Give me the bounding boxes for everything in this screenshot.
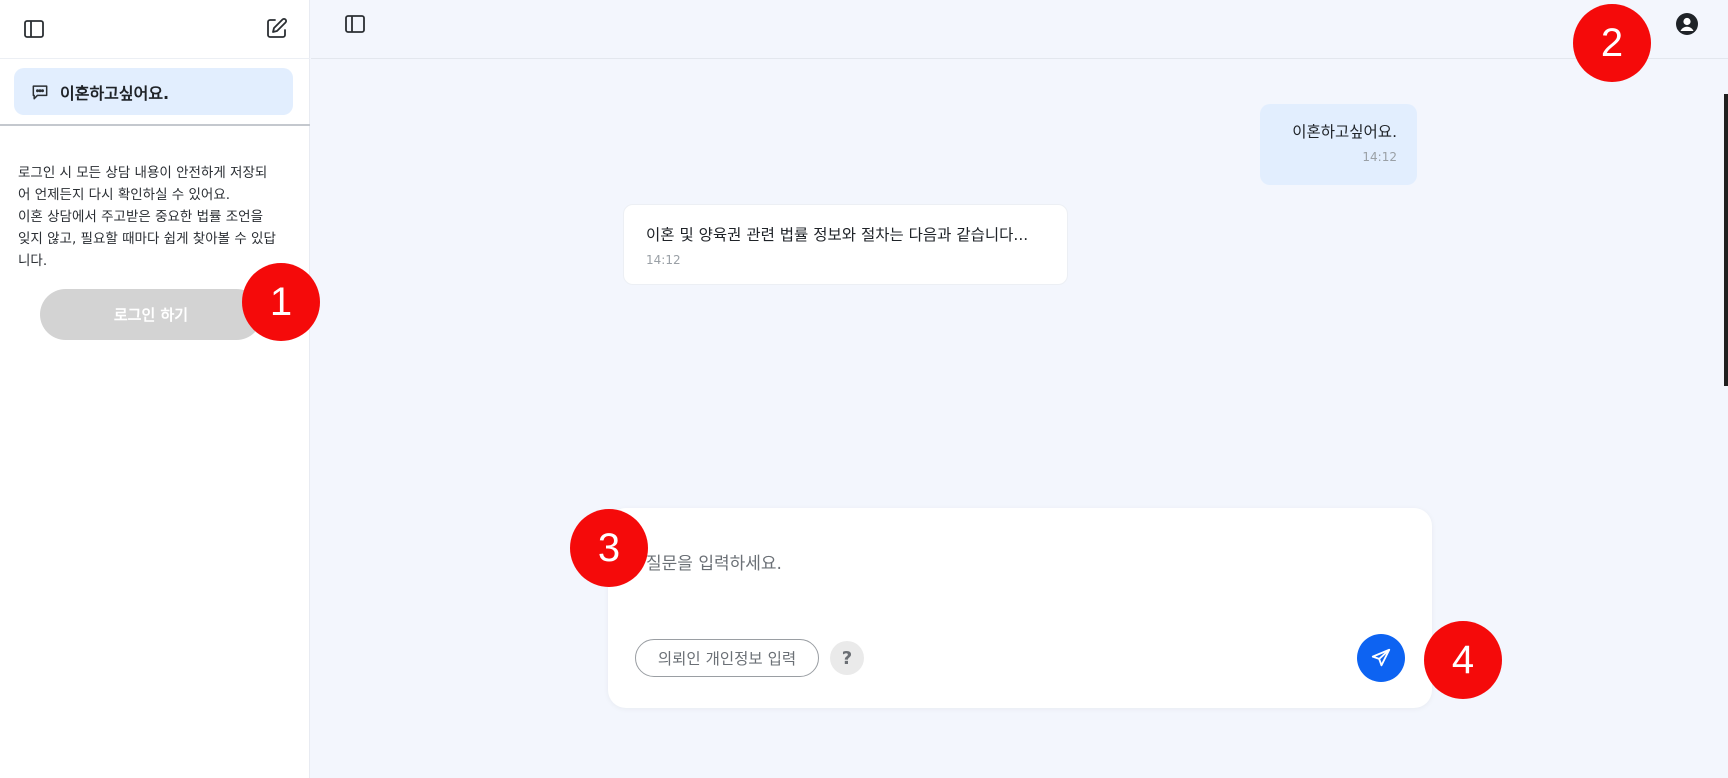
send-button[interactable] bbox=[1357, 634, 1405, 682]
edit-icon[interactable] bbox=[263, 14, 291, 42]
login-note: 로그인 시 모든 상담 내용이 안전하게 저장되 어 언제든지 다시 확인하실 … bbox=[18, 165, 276, 269]
user-circle-icon[interactable] bbox=[1673, 10, 1701, 38]
sidebar-toggle-icon[interactable] bbox=[341, 10, 369, 38]
main-header bbox=[311, 0, 1728, 59]
assistant-message-text: 이혼 및 양육권 관련 법률 정보와 절차는 다음과 같습니다... bbox=[646, 226, 1029, 244]
marker-4: 4 bbox=[1424, 621, 1502, 699]
client-info-button[interactable]: 의뢰인 개인정보 입력 bbox=[635, 639, 819, 677]
composer: 의뢰인 개인정보 입력 ? bbox=[608, 508, 1432, 708]
login-button[interactable]: 로그인 하기 bbox=[40, 289, 262, 340]
marker-2: 2 bbox=[1573, 4, 1651, 82]
sidebar-divider bbox=[0, 124, 310, 126]
marker-1: 1 bbox=[242, 263, 320, 341]
scrollbar[interactable] bbox=[1724, 94, 1728, 386]
marker-3: 3 bbox=[570, 509, 648, 587]
help-button[interactable]: ? bbox=[830, 641, 864, 675]
question-input[interactable] bbox=[644, 548, 1348, 580]
history-item-label: 이혼하고싶어요. bbox=[60, 83, 170, 103]
user-message-time: 14:12 bbox=[1362, 150, 1397, 164]
sidebar-toggle-icon[interactable] bbox=[20, 15, 48, 43]
user-message-text: 이혼하고싶어요. bbox=[1292, 123, 1397, 141]
chat-bubble-icon bbox=[32, 84, 48, 99]
assistant-message[interactable]: 이혼 및 양육권 관련 법률 정보와 절차는 다음과 같습니다... 14:12 bbox=[623, 204, 1068, 285]
assistant-message-time: 14:12 bbox=[646, 253, 681, 267]
sidebar-header bbox=[0, 0, 310, 59]
history-item[interactable]: 이혼하고싶어요. bbox=[14, 68, 293, 115]
send-icon bbox=[1371, 648, 1391, 667]
user-message: 이혼하고싶어요. 14:12 bbox=[1260, 104, 1417, 185]
sidebar: 이혼하고싶어요. 로그인 시 모든 상담 내용이 안전하게 저장되 어 언제든지… bbox=[0, 0, 310, 778]
